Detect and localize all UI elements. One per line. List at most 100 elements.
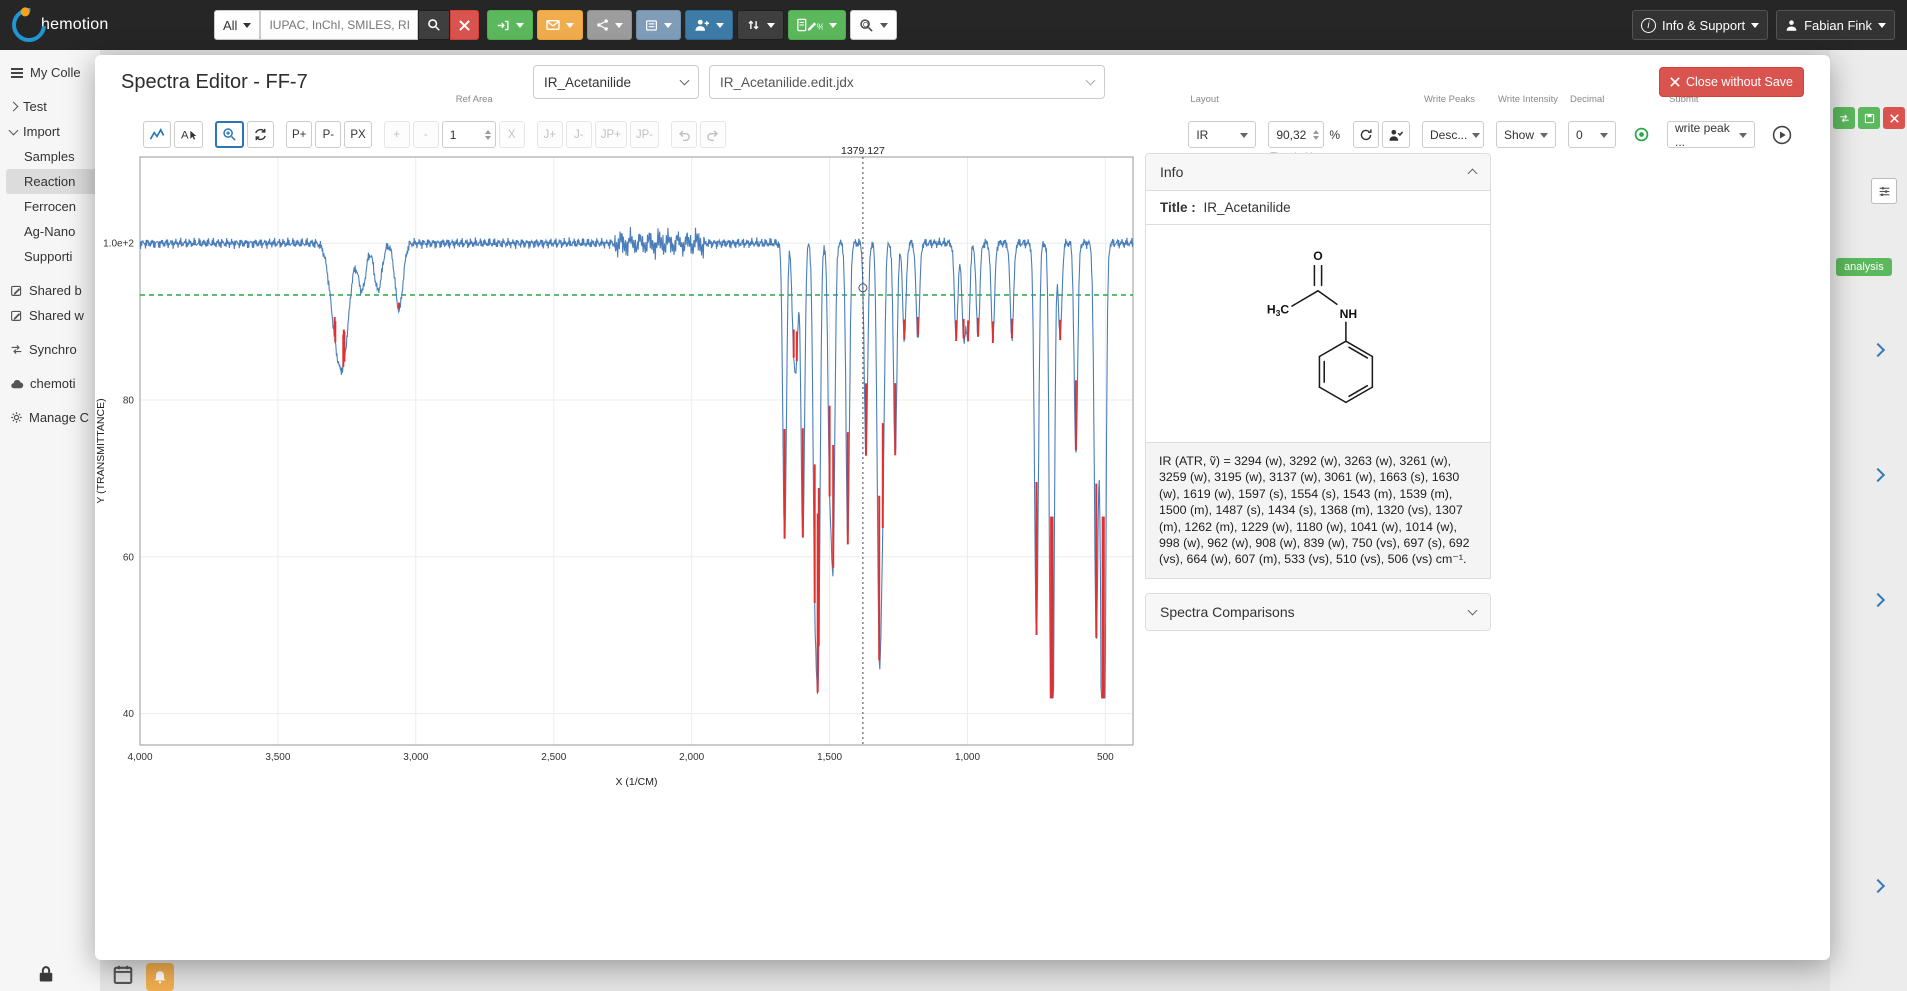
svg-text:60: 60 (123, 552, 135, 563)
write-intensity-select[interactable]: Show (1496, 121, 1556, 148)
refresh-button[interactable] (1353, 121, 1379, 148)
info-support-dropdown[interactable]: i Info & Support (1632, 10, 1768, 40)
sidebar-item-chemotion-repo[interactable]: chemoti (6, 371, 100, 396)
svg-text:%: % (817, 21, 823, 31)
lock-icon[interactable] (36, 963, 56, 985)
background-close-button[interactable] (1883, 107, 1905, 129)
info-accordion-header[interactable]: Info (1145, 153, 1491, 191)
sidebar-item-shared-by-me[interactable]: Shared b (6, 278, 100, 303)
background-button-row (1833, 107, 1905, 129)
decimal-select[interactable]: 0 (1568, 121, 1616, 148)
background-detail-panel: analysis (1830, 50, 1907, 991)
submit-play-button[interactable] (1767, 121, 1797, 148)
ref-area-value: 1 (450, 128, 457, 142)
structure-search-button[interactable]: Q (850, 10, 897, 40)
write-peaks-select[interactable]: Desc... (1422, 121, 1484, 148)
sidebar-item-test[interactable]: Test (6, 94, 100, 119)
jdx-file-select[interactable]: IR_Acetanilide.edit.jdx (709, 65, 1105, 99)
search-group: All (214, 10, 479, 40)
svg-text:A: A (181, 130, 189, 142)
layout-select[interactable]: IR (1188, 121, 1256, 148)
target-icon (1633, 126, 1650, 143)
sidebar-item-synchronized[interactable]: Synchro (6, 337, 100, 362)
peak-markers (335, 303, 1104, 698)
cursor-label: 1379.127 (841, 145, 885, 157)
bell-icon (152, 969, 168, 985)
search-input[interactable] (260, 10, 418, 40)
chevron-up-icon (1468, 169, 1478, 179)
sidebar-item-import[interactable]: Import (6, 119, 100, 144)
transfer-button[interactable] (487, 10, 533, 40)
caret-down-icon (615, 23, 623, 32)
background-green-button[interactable] (1833, 107, 1855, 129)
open-detail-chevron[interactable] (1873, 342, 1883, 360)
sidebar-item-ferrocene[interactable]: Ferrocen (6, 194, 100, 219)
sidebar-item-samples[interactable]: Samples (6, 144, 100, 169)
background-save-button[interactable] (1858, 107, 1880, 129)
brand-text: hemotion (41, 16, 108, 34)
sidebar-item-supporting[interactable]: Supporti (6, 244, 100, 269)
sidebar-item-shared-with-me[interactable]: Shared w (6, 303, 100, 328)
svg-text:2,500: 2,500 (541, 752, 566, 763)
import-export-button[interactable] (737, 10, 784, 40)
add-collaborator-button[interactable] (685, 10, 733, 40)
user-check-button[interactable] (1382, 121, 1410, 148)
caret-down-icon (880, 23, 888, 32)
threshold-input[interactable]: 90,32 (1268, 121, 1324, 148)
undo-icon (677, 128, 691, 142)
ir-spectrum-chart[interactable]: 4,0003,5003,0002,5002,0001,5001,0005001.… (95, 143, 1140, 803)
open-detail-chevron[interactable] (1873, 878, 1883, 896)
molecule-structure-box: O H3C NH (1145, 225, 1491, 443)
notifications-bell-button[interactable] (146, 963, 174, 991)
threshold-value: 90,32 (1276, 128, 1306, 142)
sidebar-item-label: My Colle (30, 65, 81, 80)
menu-icon (11, 72, 23, 74)
report-edit-icon: % (797, 18, 823, 32)
search-button[interactable] (418, 10, 450, 40)
close-icon (459, 20, 470, 31)
caret-down-icon (1540, 133, 1548, 142)
caret-down-icon (1240, 133, 1248, 142)
cloud-icon (10, 378, 24, 390)
user-name-label: Fabian Fink (1804, 18, 1872, 33)
open-detail-chevron[interactable] (1873, 592, 1883, 610)
spectra-comparisons-accordion-header[interactable]: Spectra Comparisons (1145, 593, 1491, 631)
tasks-button[interactable] (636, 10, 681, 40)
background-filter-button[interactable] (1871, 178, 1897, 204)
search-icon (427, 18, 441, 32)
calendar-icon[interactable] (112, 963, 134, 985)
app-root: { "navbar": { "brand_text": "hemotion", … (0, 0, 1907, 991)
search-scope-dropdown[interactable]: All (214, 10, 260, 40)
sidebar-item-reaction[interactable]: Reaction (6, 169, 100, 194)
stepper-icons[interactable] (1313, 127, 1319, 143)
spectrum-select[interactable]: IR_Acetanilide (533, 65, 699, 99)
inbox-button[interactable] (537, 10, 583, 40)
sidebar-item-ag-nano[interactable]: Ag-Nano (6, 219, 100, 244)
sidebar-item-label: Samples (24, 149, 75, 164)
auto-assign-button[interactable] (1628, 121, 1655, 148)
chemotion-logo[interactable]: hemotion (12, 8, 210, 42)
zoom-in-icon (222, 127, 237, 142)
decimal-label: Decimal (1570, 94, 1604, 105)
sidebar-item-manage-collections[interactable]: Manage C (6, 405, 100, 430)
x-axis-title: X (1/CM) (616, 776, 658, 788)
clear-search-button[interactable] (450, 10, 479, 40)
caret-down-icon (1878, 23, 1886, 32)
caret-down-icon (767, 23, 775, 32)
sidebar-item-label: Synchro (29, 342, 77, 357)
share-button[interactable] (587, 10, 632, 40)
close-without-save-button[interactable]: Close without Save (1659, 67, 1804, 97)
title-value: IR_Acetanilide (1204, 200, 1291, 215)
report-button[interactable]: % (788, 10, 846, 40)
caret-down-icon (1600, 133, 1608, 142)
stepper-icons[interactable] (485, 127, 491, 143)
caret-down-icon (243, 23, 251, 32)
user-menu-dropdown[interactable]: Fabian Fink (1776, 10, 1895, 40)
sidebar-item-label: chemoti (30, 376, 76, 391)
sync-icon (10, 343, 23, 356)
modal-title: Spectra Editor - FF-7 (121, 71, 533, 94)
submit-select[interactable]: write peak ... (1667, 121, 1755, 148)
sidebar-item-my-collections[interactable]: My Colle (6, 60, 100, 85)
top-navbar: hemotion All (0, 0, 1907, 50)
open-detail-chevron[interactable] (1873, 467, 1883, 485)
